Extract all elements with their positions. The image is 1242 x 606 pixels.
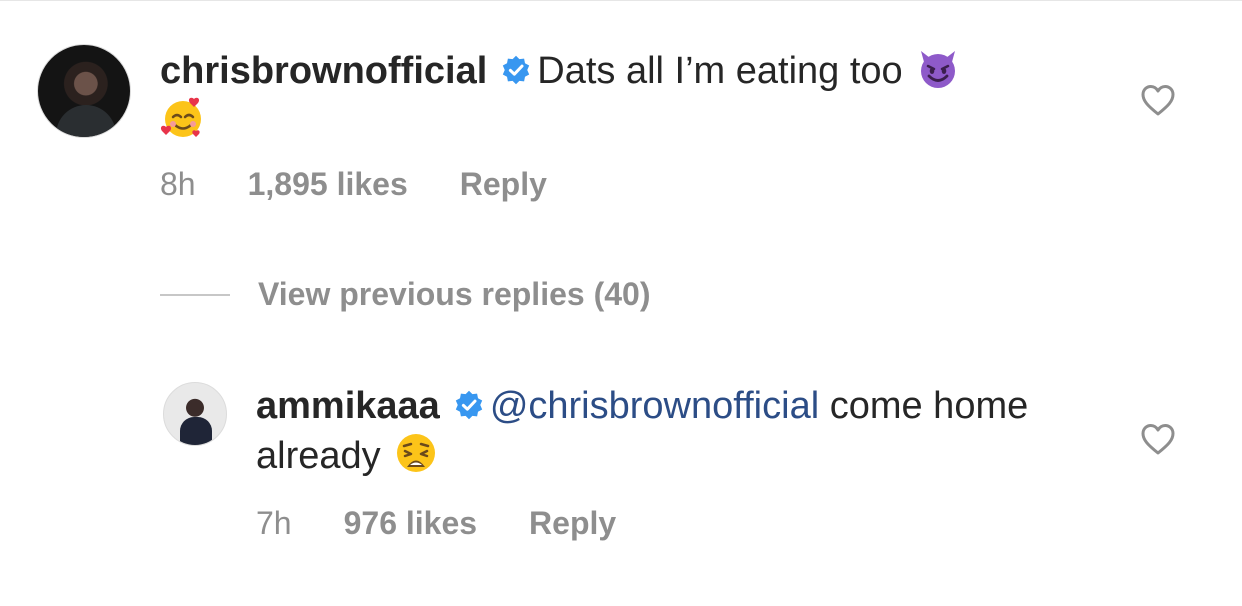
comment-timestamp: 8h [160,166,196,202]
heart-like-icon[interactable] [1140,422,1176,456]
comment-body: ammikaaa @chrisbrownofficial come home al… [256,383,1116,480]
heart-like-icon[interactable] [1140,83,1176,117]
avatar[interactable] [37,44,131,138]
comment-meta: 8h 1,895 likes Reply [160,166,547,203]
comment-username[interactable]: chrisbrownofficial [160,50,487,92]
smiling-face-with-horns-emoji [920,51,955,88]
avatar-figure [56,105,116,137]
top-divider [0,0,1242,1]
view-previous-replies-button[interactable]: View previous replies (40) [160,276,650,313]
verified-badge-icon [455,390,483,420]
comment-timestamp: 7h [256,505,292,541]
comment-likes-count[interactable]: 976 likes [344,505,477,542]
comment-text: Dats all I’m eating too [537,50,903,92]
avatar[interactable] [163,382,227,446]
reply-button[interactable]: Reply [529,505,616,542]
avatar-figure [180,417,212,445]
comment-body: chrisbrownofficial Dats all I’m eating to… [160,45,1090,145]
verified-badge-icon [503,55,530,85]
mention-link[interactable]: @chrisbrownofficial [490,385,819,427]
smiling-face-with-hearts-emoji [160,97,201,137]
reply-button[interactable]: Reply [460,166,547,203]
comment-username[interactable]: ammikaaa [256,385,440,427]
comment-meta: 7h 976 likes Reply [256,505,616,542]
replies-divider-line [160,293,230,296]
comment-likes-count[interactable]: 1,895 likes [248,166,408,203]
weary-face-emoji [396,434,435,472]
view-previous-replies-label: View previous replies (40) [258,276,651,312]
